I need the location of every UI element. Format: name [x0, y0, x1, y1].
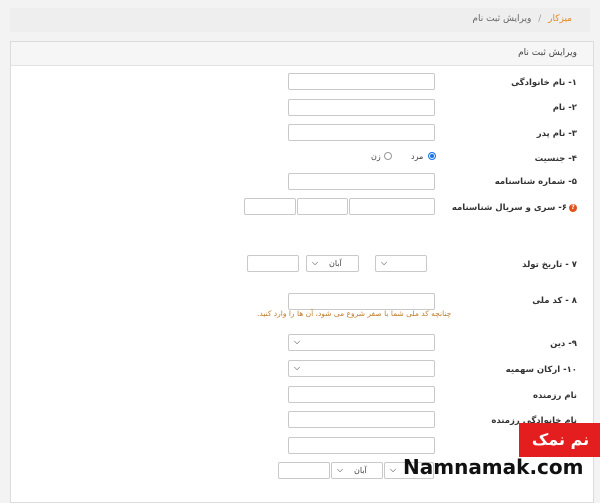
chevron-down-icon: ⌵ — [390, 465, 397, 474]
birth-day-input[interactable] — [247, 255, 299, 272]
breadcrumb-separator: / — [538, 14, 542, 24]
birth-month-value: آبان — [329, 259, 342, 268]
chevron-down-icon: ⌵ — [294, 363, 301, 372]
breadcrumb-home-link[interactable]: میزکار — [548, 14, 572, 24]
question-icon[interactable]: ? — [569, 203, 577, 212]
national-code-hint: چنانچه کد ملی شما با صفر شروع می شود، آن… — [257, 309, 452, 318]
gender-female-label: زن — [371, 152, 381, 161]
extra-day-input[interactable] — [278, 462, 330, 479]
religion-label: ۹- دین — [550, 339, 577, 349]
chevron-down-icon: ⌵ — [337, 465, 344, 474]
id-number-input[interactable] — [288, 173, 435, 190]
gender-female-radio[interactable] — [384, 152, 392, 160]
religion-select[interactable]: ⌵ — [288, 334, 435, 351]
father-name-input[interactable] — [288, 124, 435, 141]
chevron-down-icon: ⌵ — [294, 337, 301, 346]
fighter-name-label: نام رزمنده — [532, 391, 577, 401]
shares-label: ۱۰- ارکان سهمیه — [505, 365, 577, 375]
chevron-down-icon: ⌵ — [381, 258, 388, 267]
lastname-label: ۱- نام خانوادگی — [511, 78, 577, 88]
lastname-input[interactable] — [288, 73, 435, 90]
watermark-logo-fa: نم نمک — [519, 423, 600, 457]
edit-registration-panel: ویرایش ثبت نام ۱- نام خانوادگی ۲- نام ۳-… — [10, 41, 594, 503]
watermark-logo-en: Namnamak.com — [403, 455, 584, 479]
chevron-down-icon: ⌵ — [312, 258, 319, 267]
firstname-label: ۲- نام — [552, 103, 577, 113]
id-serial-label: ?۶- سری و سریال شناسنامه — [452, 203, 577, 213]
id-serial-label-text: ۶- سری و سریال شناسنامه — [451, 203, 567, 213]
birth-month-select[interactable]: آبان ⌵ — [306, 255, 359, 272]
extra-month-value: آبان — [354, 466, 367, 475]
gender-male-label: مرد — [411, 152, 424, 161]
gender-label: ۴- جنسیت — [534, 154, 577, 164]
birth-date-label: ۷ - تاریخ تولد — [522, 260, 577, 270]
father-name-label: ۳- نام پدر — [536, 129, 577, 139]
shares-select[interactable]: ⌵ — [288, 360, 435, 377]
panel-header: ویرایش ثبت نام — [11, 42, 593, 66]
gender-male-radio[interactable] — [428, 152, 436, 160]
breadcrumb: میزکار / ویرایش ثبت نام — [10, 8, 590, 32]
extra-input[interactable] — [288, 437, 435, 454]
breadcrumb-current: ویرایش ثبت نام — [472, 14, 532, 24]
national-code-label: ۸ - کد ملی — [532, 296, 577, 306]
birth-year-select[interactable]: ⌵ — [375, 255, 427, 272]
fighter-lastname-input[interactable] — [288, 411, 435, 428]
panel-title: ویرایش ثبت نام — [518, 48, 577, 58]
fighter-name-input[interactable] — [288, 386, 435, 403]
id-series-number-input[interactable] — [297, 198, 348, 215]
extra-month-select[interactable]: آبان ⌵ — [331, 462, 383, 479]
national-code-input[interactable] — [288, 293, 435, 310]
id-number-label: ۵- شماره شناسنامه — [494, 177, 577, 187]
firstname-input[interactable] — [288, 99, 435, 116]
id-series-letter-input[interactable] — [244, 198, 296, 215]
id-serial-input[interactable] — [349, 198, 435, 215]
